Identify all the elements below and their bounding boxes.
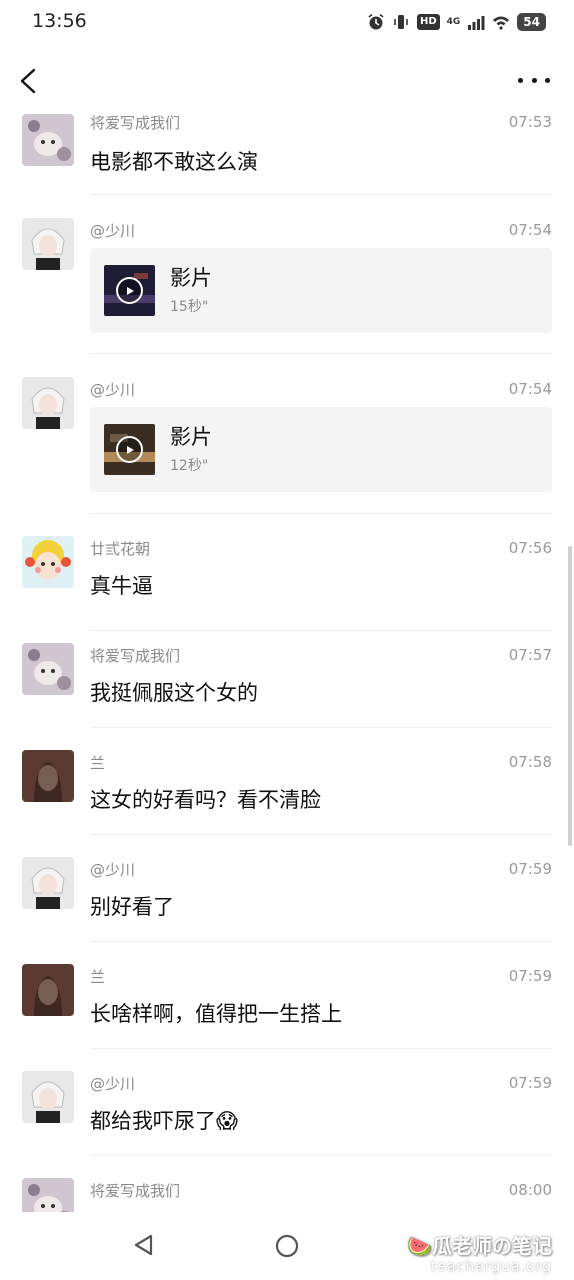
video-thumbnail (104, 424, 155, 475)
message-time: 07:53 (508, 113, 552, 131)
message-text: 别好看了 (90, 895, 174, 919)
woman-avatar[interactable] (22, 964, 74, 1016)
watermark-title: 🍉瓜老师の笔记 (407, 1234, 552, 1258)
message-text: 这女的好看吗？看不清脸 (90, 788, 321, 812)
message-text: 真牛逼 (90, 574, 153, 598)
woman-avatar[interactable] (22, 750, 74, 802)
wifi-icon (493, 16, 510, 30)
anime-boy-avatar[interactable] (22, 1071, 74, 1123)
chat-message: 兰 07:59 长啥样啊，值得把一生搭上 (22, 952, 552, 1059)
sender-name: @少川 (90, 861, 136, 879)
system-nav-bar: 🍉瓜老师の笔记 teachergua.org (0, 1212, 574, 1280)
vibrate-icon (394, 15, 408, 29)
status-bar: 13:56 HD 4G 54 (0, 0, 574, 44)
message-time: 07:54 (508, 221, 552, 239)
message-time: 07:58 (508, 753, 552, 771)
video-thumbnail (104, 265, 155, 316)
play-icon (116, 436, 143, 463)
more-dot-icon (545, 77, 550, 83)
hd-badge: HD (416, 14, 440, 30)
status-icons: HD 4G 54 (367, 10, 546, 34)
chat-message: @少川 07:59 都给我吓尿了😱 (22, 1059, 552, 1166)
message-time: 07:59 (508, 860, 552, 878)
more-options-button[interactable] (518, 66, 550, 94)
chat-message: 将爱写成我们 08:00 (22, 1166, 552, 1212)
watermark: 🍉瓜老师の笔记 teachergua.org (407, 1230, 552, 1275)
message-text: 我挺佩服这个女的 (90, 681, 258, 705)
top-nav-bar (0, 52, 574, 106)
message-time: 07:59 (508, 1074, 552, 1092)
chat-message: 廿弎花朝 07:56 真牛逼 (22, 524, 552, 631)
divider (90, 1048, 552, 1049)
video-message-card[interactable]: 影片 15秒" (90, 248, 552, 333)
cat-avatar[interactable] (22, 114, 74, 166)
divider (90, 834, 552, 835)
sender-name: 将爱写成我们 (90, 647, 181, 665)
video-message-card[interactable]: 影片 12秒" (90, 407, 552, 492)
cat-avatar[interactable] (22, 1178, 74, 1212)
video-title: 影片 (170, 266, 212, 290)
chat-message: @少川 07:54 影片 12秒" (22, 365, 552, 514)
sender-name: 廿弎花朝 (90, 540, 151, 558)
message-text: 电影都不敢这么演 (90, 150, 258, 174)
sender-name: 将爱写成我们 (90, 1182, 181, 1200)
chat-message: 将爱写成我们 07:53 电影都不敢这么演 (22, 106, 552, 206)
divider (90, 513, 552, 514)
message-time: 07:56 (508, 539, 552, 557)
message-time: 08:00 (508, 1181, 552, 1199)
sender-name: 将爱写成我们 (90, 114, 181, 132)
divider (90, 941, 552, 942)
chat-message: 将爱写成我们 07:57 我挺佩服这个女的 (22, 631, 552, 738)
video-title: 影片 (170, 425, 212, 449)
chat-message: 兰 07:58 这女的好看吗？看不清脸 (22, 738, 552, 845)
more-dot-icon (518, 77, 523, 83)
divider (90, 353, 552, 354)
chat-message: @少川 07:54 影片 15秒" (22, 206, 552, 354)
video-duration: 12秒" (170, 458, 209, 474)
sender-name: 兰 (90, 968, 106, 986)
video-duration: 15秒" (170, 299, 209, 315)
sender-name: @少川 (90, 222, 136, 240)
signal-icon (468, 16, 485, 30)
back-arrow-icon[interactable] (14, 60, 44, 100)
message-text: 都给我吓尿了😱 (90, 1109, 238, 1133)
nav-home-circle-icon[interactable] (274, 1233, 300, 1259)
message-time: 07:59 (508, 967, 552, 985)
divider (90, 194, 552, 195)
sender-name: 兰 (90, 754, 106, 772)
sender-name: @少川 (90, 1075, 136, 1093)
chat-message: @少川 07:59 别好看了 (22, 845, 552, 952)
network-type: 4G (446, 17, 461, 27)
alarm-icon (368, 13, 384, 30)
play-icon (116, 277, 143, 304)
message-time: 07:54 (508, 380, 552, 398)
scrollbar[interactable] (568, 546, 572, 846)
nav-back-triangle-icon[interactable] (131, 1232, 157, 1258)
status-time: 13:56 (32, 10, 87, 32)
divider (90, 1155, 552, 1156)
watermark-url: teachergua.org (430, 1259, 552, 1275)
anime-boy-avatar[interactable] (22, 377, 74, 429)
cartoon-girl-avatar[interactable] (22, 536, 74, 588)
sender-name: @少川 (90, 381, 136, 399)
anime-boy-avatar[interactable] (22, 857, 74, 909)
anime-boy-avatar[interactable] (22, 218, 74, 270)
more-dot-icon (531, 77, 537, 83)
chat-record-list[interactable]: 将爱写成我们 07:53 电影都不敢这么演 @少川 07:54 影片 15秒" … (0, 106, 574, 1212)
battery-level: 54 (517, 13, 546, 31)
cat-avatar[interactable] (22, 643, 74, 695)
watermelon-icon: 🍉 (407, 1234, 432, 1258)
message-time: 07:57 (508, 646, 552, 664)
divider (90, 727, 552, 728)
message-text: 长啥样啊，值得把一生搭上 (90, 1002, 342, 1026)
